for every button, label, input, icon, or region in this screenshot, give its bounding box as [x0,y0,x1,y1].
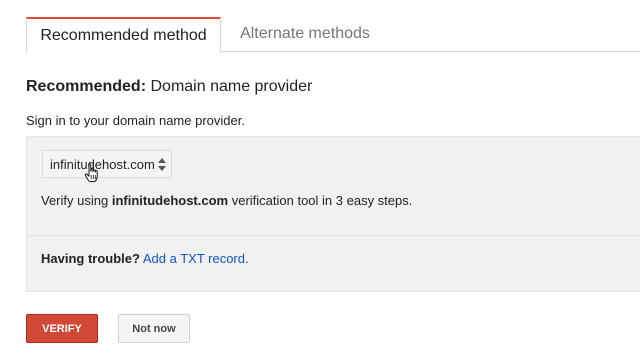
not-now-button-label: Not now [132,322,176,335]
trouble-label: Having trouble? [41,251,140,266]
add-txt-record-link[interactable]: Add a TXT record. [143,251,249,266]
provider-select-value: infinitudehost.com [50,156,155,172]
provider-select[interactable]: infinitudehost.com [42,150,172,178]
tab-recommended-label: Recommended method [40,27,207,44]
panel-divider [27,235,640,236]
heading-title: Domain name provider [150,78,313,95]
hand-pointer-icon [84,163,98,183]
tab-recommended-method[interactable]: Recommended method [26,17,221,53]
verify-button-label: VERIFY [42,322,82,335]
verify-text-after: verification tool in 3 easy steps. [228,193,413,208]
trouble-row: Having trouble? Add a TXT record. [41,251,249,266]
method-tabs: Recommended method Alternate methods [0,17,640,53]
verify-instructions: Verify using infinitudehost.com verifica… [41,193,412,208]
tab-alternate-methods[interactable]: Alternate methods [222,17,388,51]
tab-alternate-label: Alternate methods [240,25,370,42]
verification-page: Recommended method Alternate methods Rec… [0,0,640,360]
heading-prefix: Recommended: [26,78,147,95]
section-heading: Recommended: Domain name provider [26,78,312,96]
verify-text-before: Verify using [41,193,112,208]
intro-text: Sign in to your domain name provider. [26,113,245,128]
verify-button[interactable]: VERIFY [26,314,98,343]
tab-divider [221,51,640,52]
provider-panel: infinitudehost.com Verify using infinitu… [26,136,640,292]
not-now-button[interactable]: Not now [118,314,190,343]
verify-provider-name: infinitudehost.com [111,193,229,208]
updown-arrows-icon [158,158,166,171]
